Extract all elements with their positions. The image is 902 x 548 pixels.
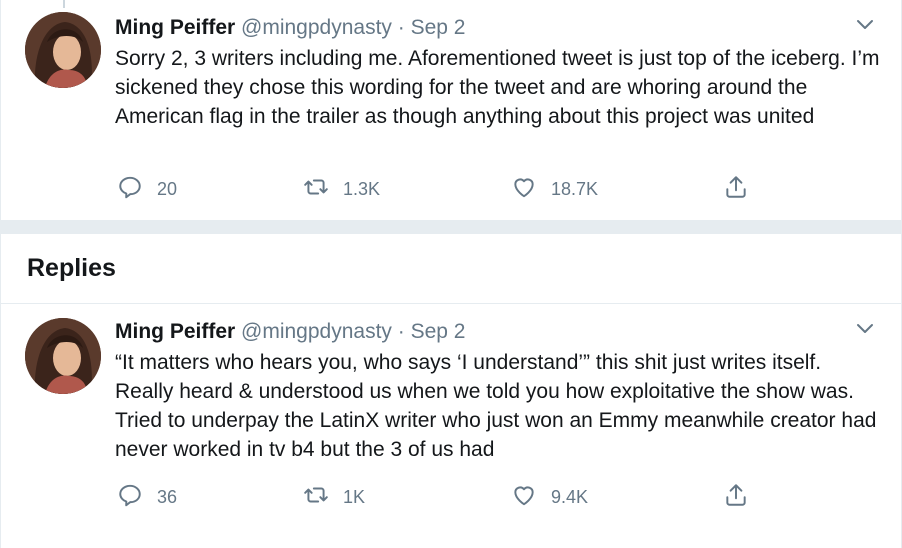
tweet-date[interactable]: Sep 2 [411, 16, 466, 39]
chevron-down-icon[interactable] [855, 14, 875, 34]
replies-header: Replies [0, 234, 902, 304]
like-button[interactable]: 18.7K [511, 174, 598, 204]
tweet-text: Sorry 2, 3 writers including me. Aforeme… [115, 47, 880, 128]
share-button[interactable] [723, 482, 763, 512]
tweet-actions: 20 1.3K 18.7K [115, 174, 775, 204]
retweet-icon [303, 174, 343, 205]
reply-icon [117, 174, 157, 205]
tweet-header: Ming Peiffer @mingpdynasty · Sep 2 [115, 14, 466, 42]
reply-button[interactable]: 36 [117, 482, 177, 512]
author-name[interactable]: Ming Peiffer [115, 320, 235, 343]
tweet-header: Ming Peiffer @mingpdynasty · Sep 2 [115, 318, 466, 346]
reply-count: 20 [157, 178, 178, 199]
share-icon [723, 174, 763, 205]
tweet-actions: 36 1K 9.4K [115, 482, 775, 512]
avatar[interactable] [25, 318, 101, 394]
share-icon [723, 482, 763, 513]
tweet-date[interactable]: Sep 2 [411, 320, 466, 343]
retweet-count: 1K [343, 486, 366, 507]
like-count: 9.4K [551, 486, 589, 507]
retweet-icon [303, 482, 343, 513]
retweet-count: 1.3K [343, 178, 381, 199]
reply-icon [117, 482, 157, 513]
chevron-down-icon[interactable] [855, 318, 875, 338]
reply-button[interactable]: 20 [117, 174, 177, 204]
timeline: Ming Peiffer @mingpdynasty · Sep 2 Sorry… [0, 0, 902, 548]
section-divider [0, 220, 902, 234]
replies-title: Replies [27, 254, 116, 282]
author-handle[interactable]: @mingpdynasty [241, 320, 392, 343]
heart-icon [511, 174, 551, 205]
reply-tweet[interactable]: Ming Peiffer @mingpdynasty · Sep 2 “It m… [0, 304, 902, 548]
tweet[interactable]: Ming Peiffer @mingpdynasty · Sep 2 Sorry… [0, 0, 902, 220]
thread-line [63, 0, 65, 8]
heart-icon [511, 482, 551, 513]
author-handle[interactable]: @mingpdynasty [241, 16, 392, 39]
avatar[interactable] [25, 12, 101, 88]
like-button[interactable]: 9.4K [511, 482, 588, 512]
author-name[interactable]: Ming Peiffer [115, 16, 235, 39]
separator: · [397, 16, 405, 39]
retweet-button[interactable]: 1.3K [303, 174, 380, 204]
share-button[interactable] [723, 174, 763, 204]
like-count: 18.7K [551, 178, 599, 199]
tweet-text: “It matters who hears you, who says ‘I u… [115, 351, 877, 461]
reply-count: 36 [157, 486, 178, 507]
retweet-button[interactable]: 1K [303, 482, 365, 512]
separator: · [397, 320, 405, 343]
